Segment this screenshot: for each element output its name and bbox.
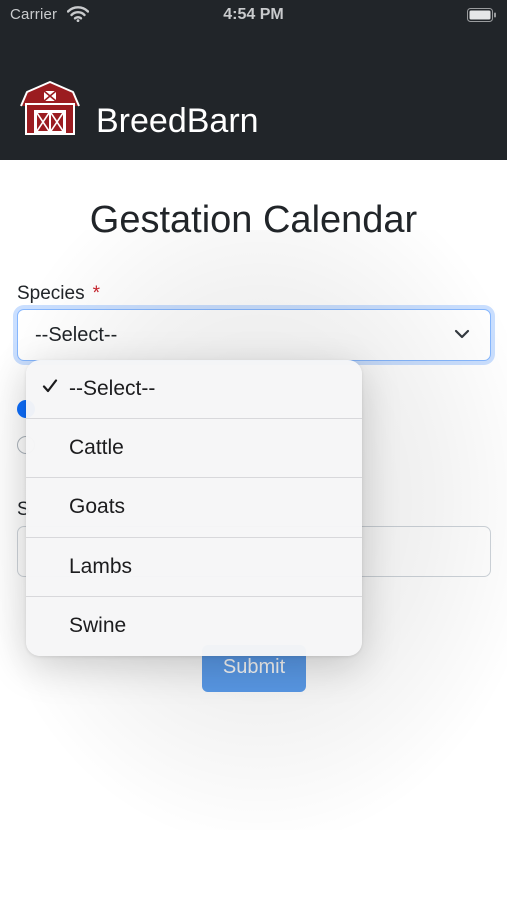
dropdown-option-label: Cattle [69, 436, 124, 460]
status-time: 4:54 PM [223, 6, 284, 23]
dropdown-option-label: Goats [69, 495, 126, 519]
dropdown-option-label: Swine [69, 613, 127, 637]
app-header: Carrier 4:54 PM BreedBarn [0, 0, 507, 160]
checkmark-icon [42, 379, 58, 393]
dropdown-option-swine[interactable]: Swine [26, 597, 362, 656]
dropdown-option-label: --Select-- [69, 377, 156, 400]
dropdown-option-lambs[interactable]: Lambs [26, 538, 362, 597]
barn-icon [20, 81, 80, 135]
page-title: Gestation Calendar [89, 199, 418, 241]
species-select-value: --Select-- [35, 324, 118, 346]
species-dropdown-menu: --Select-- Cattle Goats Lambs Swine [26, 360, 362, 656]
app-name: BreedBarn [96, 102, 259, 140]
app-screen: Carrier 4:54 PM BreedBarn Gestation Cale… [0, 0, 507, 900]
species-field-label: Species * [17, 283, 100, 305]
species-select[interactable]: --Select-- [17, 309, 491, 361]
dropdown-option-goats[interactable]: Goats [26, 478, 362, 538]
battery-icon [467, 8, 496, 22]
chevron-down-icon [454, 329, 470, 339]
dropdown-option-cattle[interactable]: Cattle [26, 419, 362, 479]
dropdown-option-label: Lambs [69, 554, 133, 578]
dropdown-option-select[interactable]: --Select-- [26, 360, 362, 420]
species-label-text: Species [17, 283, 85, 304]
required-marker: * [92, 283, 101, 304]
